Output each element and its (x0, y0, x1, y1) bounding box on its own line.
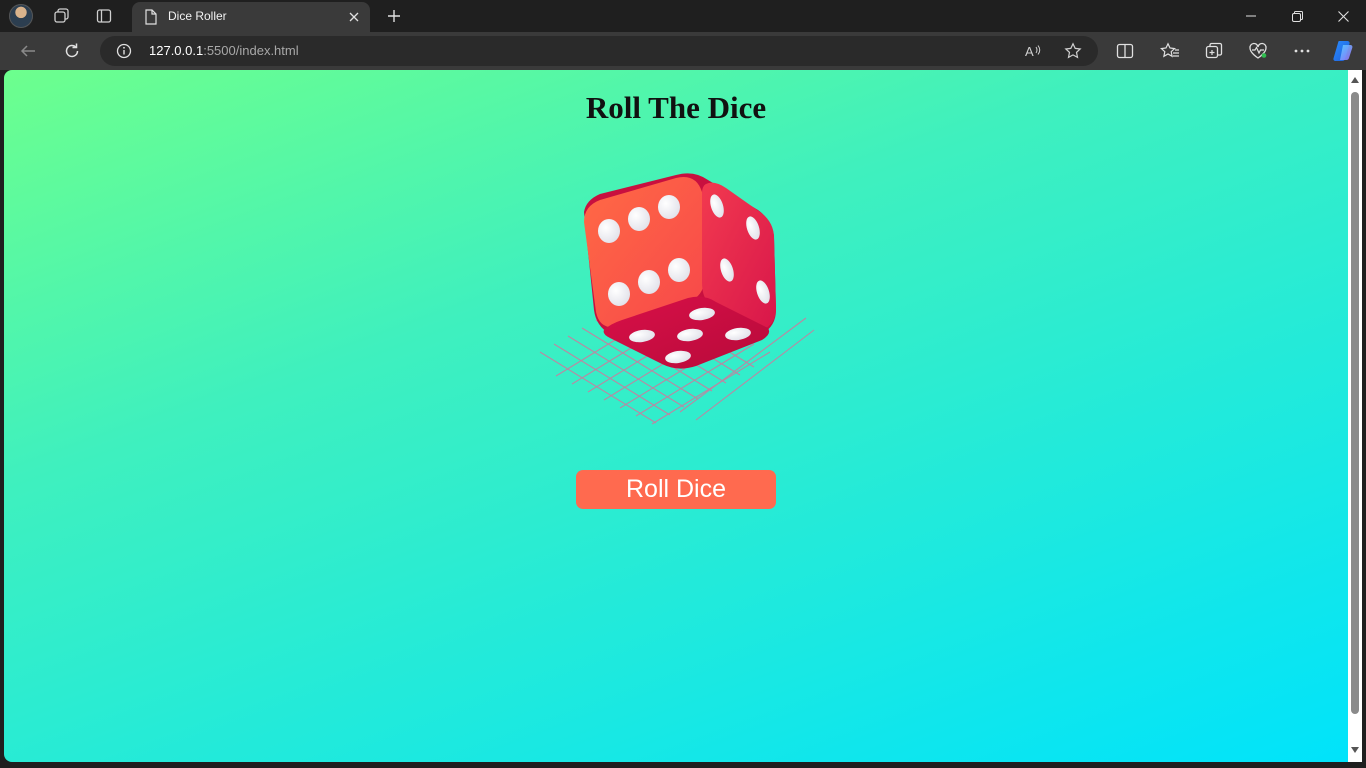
title-bar: Dice Roller (0, 0, 1366, 32)
refresh-icon[interactable] (58, 37, 86, 65)
favorites-icon[interactable] (1156, 37, 1184, 65)
scroll-up-icon[interactable] (1351, 76, 1359, 84)
workspaces-icon[interactable] (49, 3, 75, 29)
browser-toolbar: 127.0.0.1:5500/index.html A (0, 32, 1366, 70)
more-icon[interactable] (1288, 37, 1316, 65)
scroll-down-icon[interactable] (1351, 746, 1359, 754)
info-icon[interactable] (116, 43, 132, 64)
roll-dice-button[interactable]: Roll Dice (576, 470, 776, 509)
restore-icon[interactable] (1274, 0, 1320, 32)
close-icon[interactable] (346, 9, 362, 25)
browser-essentials-icon[interactable] (1244, 37, 1272, 65)
read-aloud-icon[interactable]: A (1023, 41, 1043, 61)
dice-icon (539, 173, 815, 425)
favorite-star-icon[interactable] (1063, 41, 1083, 61)
split-screen-icon[interactable] (1111, 37, 1139, 65)
profile-avatar[interactable] (9, 4, 33, 28)
copilot-icon[interactable] (1329, 37, 1357, 65)
window-bottom-edge (0, 762, 1366, 768)
scrollbar-thumb[interactable] (1351, 92, 1359, 714)
tab-title: Dice Roller (168, 9, 227, 23)
document-icon (144, 9, 158, 30)
url-text: 127.0.0.1:5500/index.html (149, 43, 299, 58)
scrollbar[interactable] (1348, 70, 1362, 762)
tab-actions-icon[interactable] (91, 3, 117, 29)
address-bar[interactable]: 127.0.0.1:5500/index.html A (100, 36, 1098, 66)
page-viewport: Roll The Dice Roll Dice (4, 70, 1348, 762)
svg-text:A: A (1025, 44, 1034, 59)
collections-icon[interactable] (1200, 37, 1228, 65)
back-arrow-icon[interactable] (14, 37, 42, 65)
active-tab[interactable]: Dice Roller (132, 2, 370, 32)
minimize-icon[interactable] (1228, 0, 1274, 32)
page-title: Roll The Dice (585, 90, 767, 125)
url-host: 127.0.0.1 (149, 43, 204, 58)
dice-image (536, 170, 818, 430)
plus-icon[interactable] (382, 4, 406, 28)
close-window-icon[interactable] (1320, 0, 1366, 32)
url-path: :5500/index.html (203, 43, 299, 58)
